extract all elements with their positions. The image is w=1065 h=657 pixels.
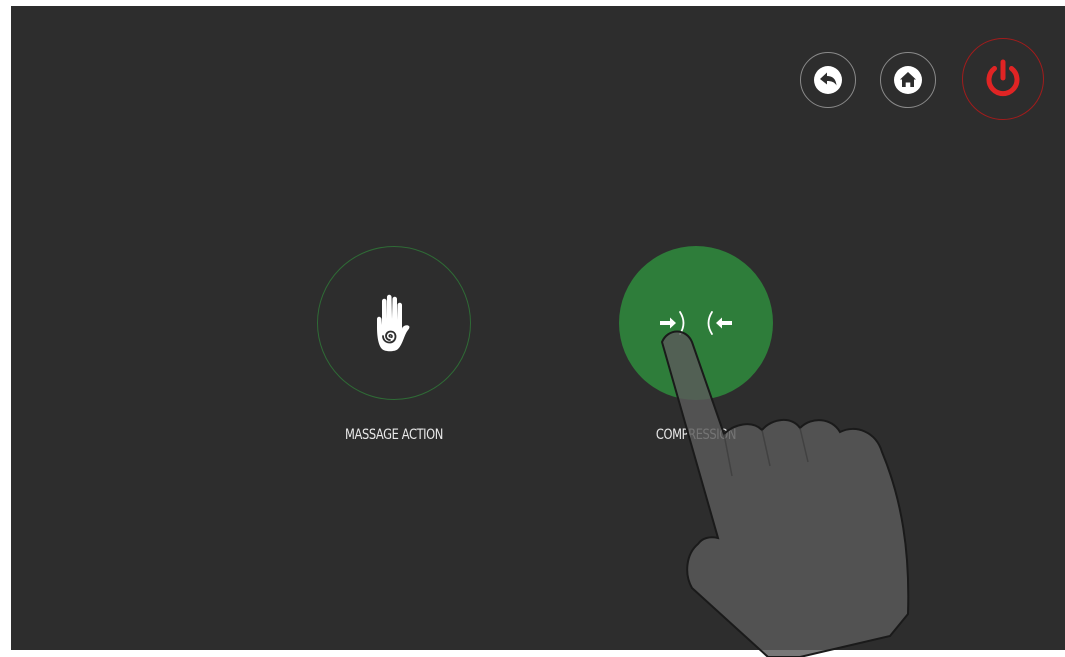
device-frame: MASSAGE ACTION COMPRESSION xyxy=(0,0,1065,657)
compression-label: COMPRESSION xyxy=(655,427,737,443)
back-button[interactable] xyxy=(800,52,856,108)
home-icon xyxy=(894,66,922,94)
hand-spiral-icon xyxy=(377,294,410,352)
power-icon xyxy=(986,59,1020,97)
home-button[interactable] xyxy=(880,52,936,108)
screen: MASSAGE ACTION COMPRESSION xyxy=(11,6,1065,650)
massage-action-label: MASSAGE ACTION xyxy=(345,427,443,443)
compression-arrows-icon xyxy=(660,311,732,335)
power-button[interactable] xyxy=(962,38,1044,120)
back-arrow-icon xyxy=(814,66,842,94)
compression-button[interactable] xyxy=(619,246,773,400)
massage-action-button[interactable] xyxy=(317,246,471,400)
